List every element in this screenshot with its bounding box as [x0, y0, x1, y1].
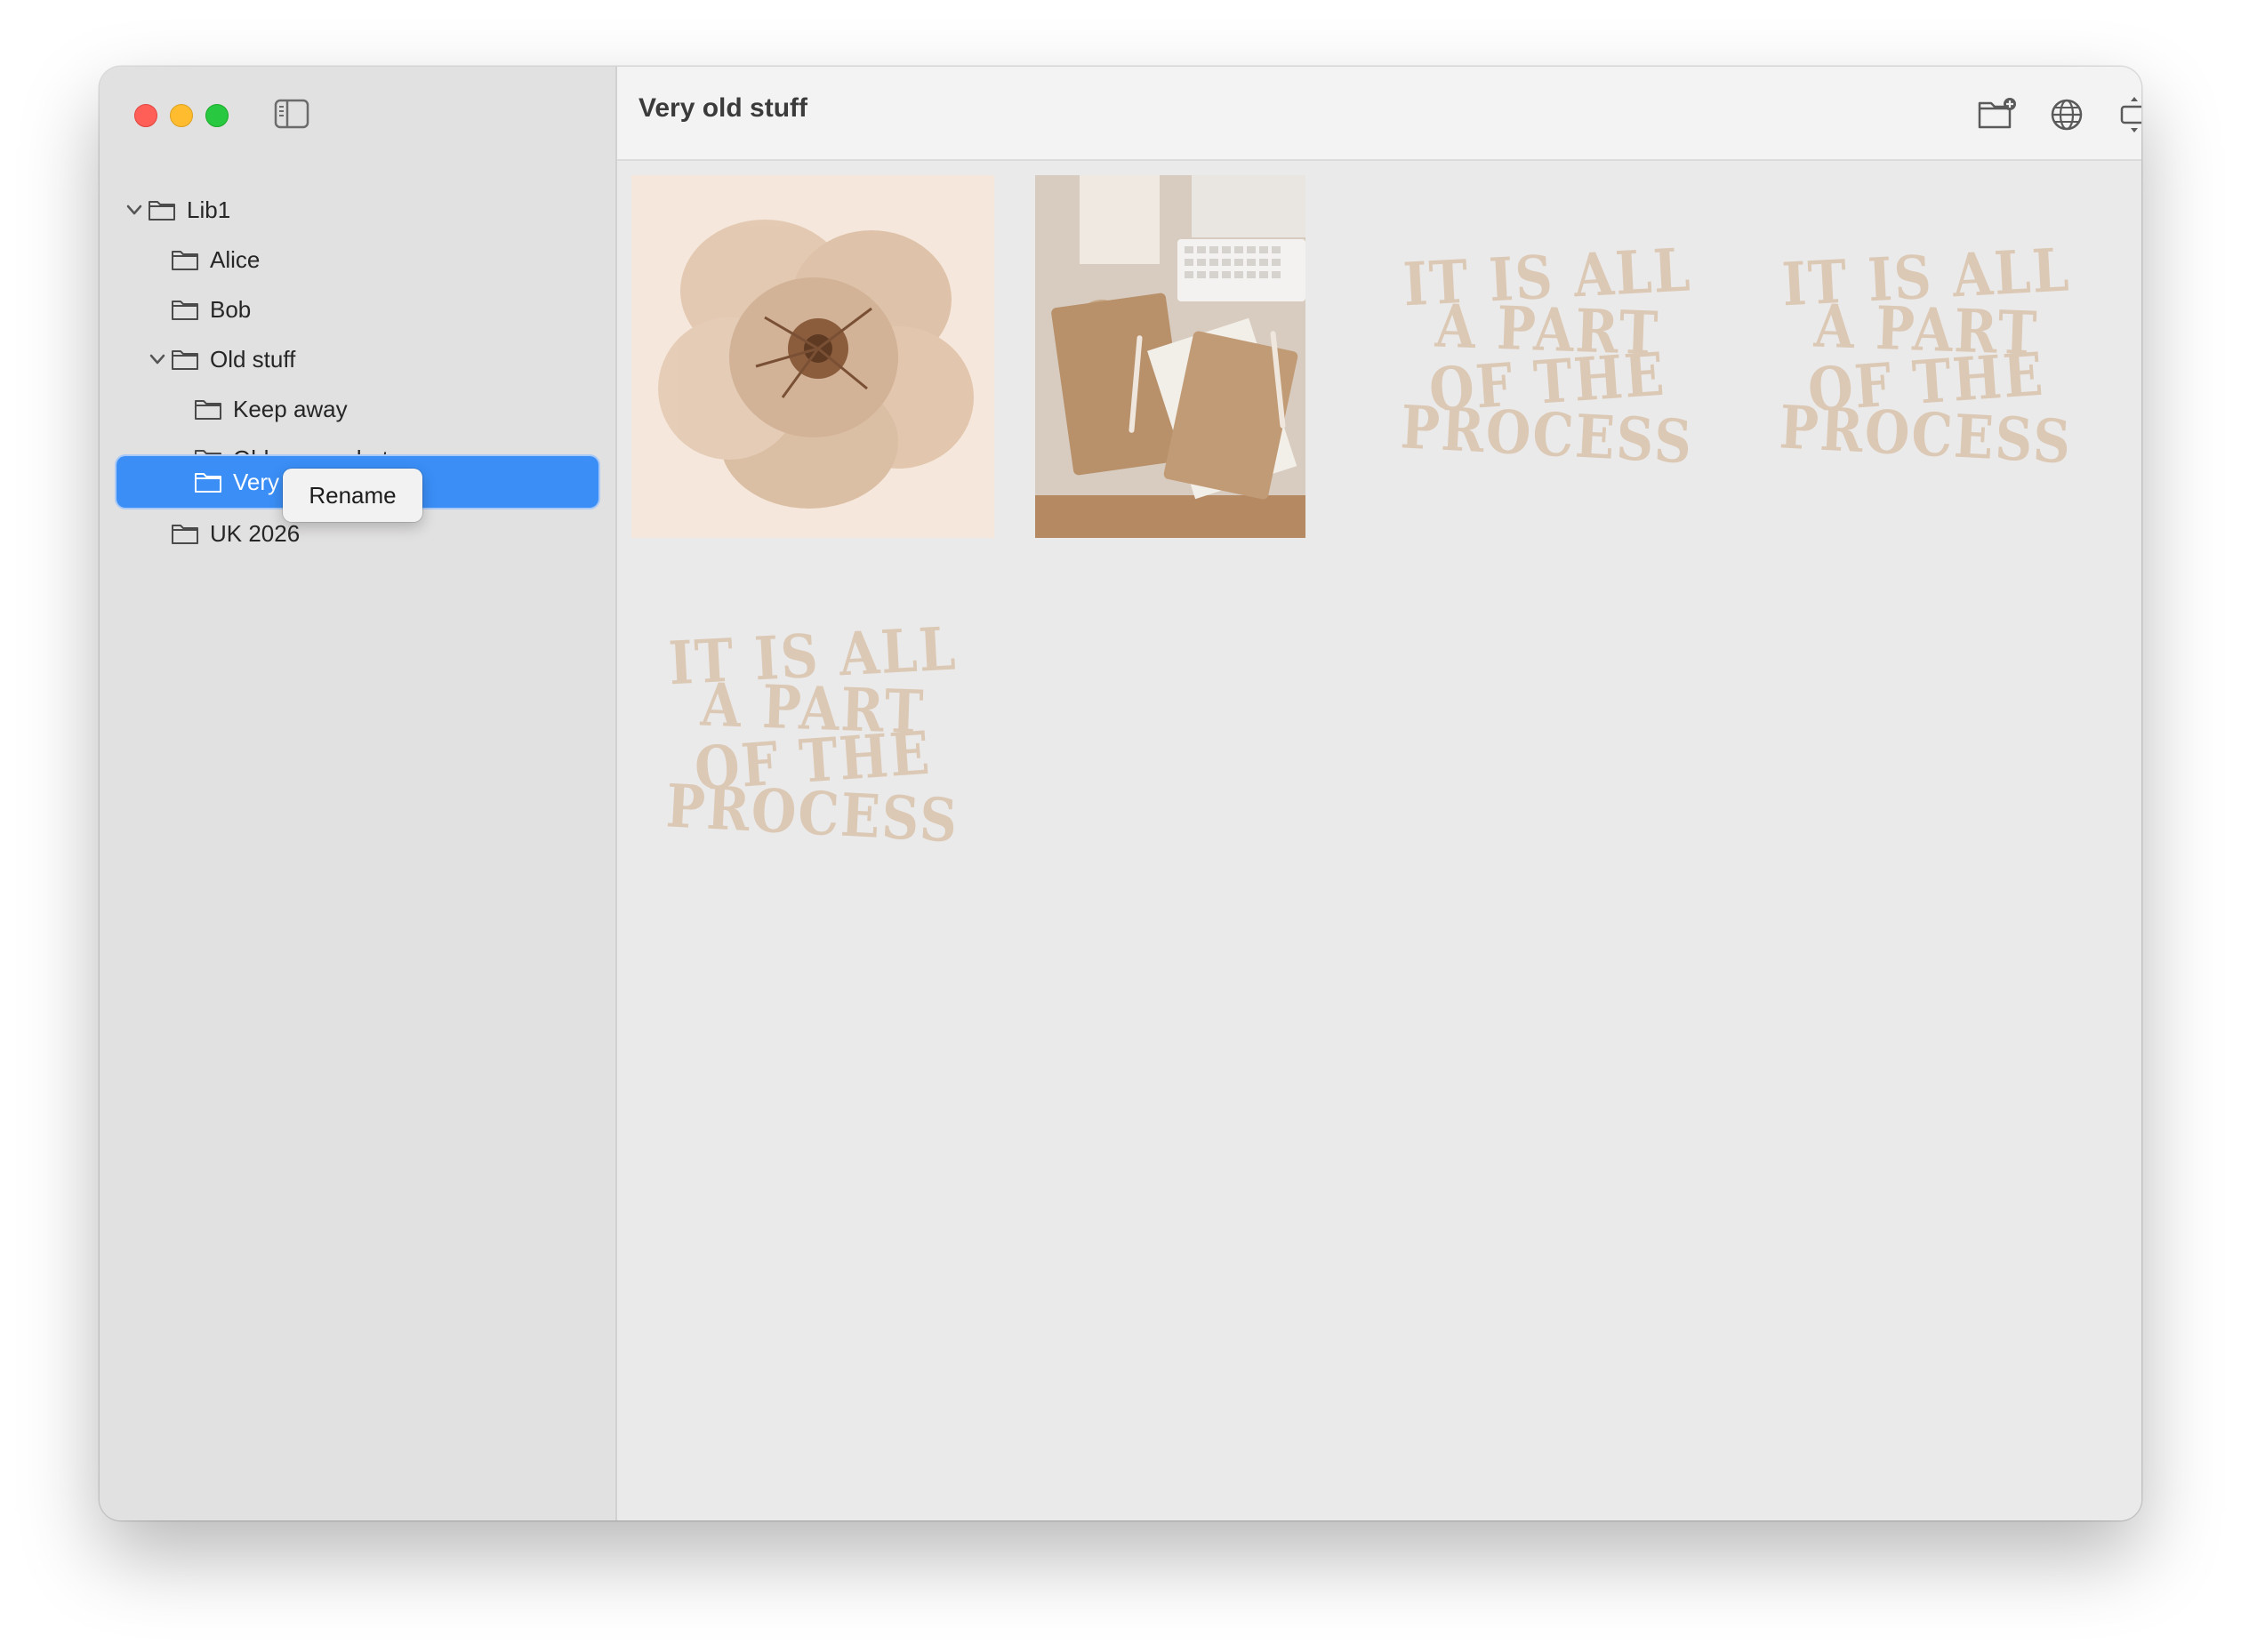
main-content: Very old stuff IT IS ALL A PART OF THE P…: [617, 67, 2141, 1520]
desk-image: [1035, 175, 1305, 538]
sidebar-left-icon: [274, 99, 309, 129]
folder-icon: [172, 301, 198, 320]
app-window: Lib1 Alice Bob Old stuff Keep away Very …: [100, 67, 2141, 1520]
quote-line: PROCESS: [1778, 392, 2075, 477]
quote-art: IT IS ALL A PART OF THE PROCESS: [1745, 175, 2108, 538]
toolbar: Very old stuff: [617, 67, 2141, 161]
zoom-window-button[interactable]: [205, 104, 229, 127]
thumbnail-desk-notebooks[interactable]: [1035, 175, 1305, 538]
chevron-down-icon[interactable]: [148, 349, 167, 369]
flower-image: [631, 175, 994, 538]
sidebar-toggle-button[interactable]: [274, 99, 309, 129]
resize-button[interactable]: [2113, 93, 2141, 136]
page-title: Very old stuff: [639, 93, 808, 123]
quote-art: IT IS ALL A PART OF THE PROCESS: [1366, 175, 1729, 538]
tree-item-label[interactable]: Very: [233, 469, 279, 496]
quote-line: PROCESS: [664, 771, 961, 856]
tree-item-label: Bob: [210, 295, 252, 323]
sidebar: Lib1 Alice Bob Old stuff Keep away Very …: [100, 67, 617, 1520]
folder-icon: [172, 525, 198, 544]
new-folder-icon: [1978, 98, 2016, 129]
tree-item-label: Old stuff: [210, 345, 296, 373]
rename-label: Rename: [309, 481, 397, 509]
tree-item-lib1[interactable]: Lib1: [100, 185, 640, 235]
tree-item-label: Alice: [210, 245, 261, 273]
tree-item-label: Keep away: [233, 395, 348, 422]
tree-item-label: Lib1: [187, 196, 231, 223]
tree-item-label: UK 2026: [210, 519, 301, 547]
minimize-window-button[interactable]: [170, 104, 193, 127]
folder-icon: [172, 251, 198, 270]
quote-art: IT IS ALL A PART OF THE PROCESS: [631, 554, 994, 917]
thumbnail-quote-1[interactable]: IT IS ALL A PART OF THE PROCESS: [1366, 175, 1729, 538]
folder-icon: [172, 350, 198, 370]
thumbnail-quote-3[interactable]: IT IS ALL A PART OF THE PROCESS: [631, 554, 994, 917]
folder-icon: [195, 473, 221, 493]
resize-icon: [2120, 97, 2141, 132]
new-folder-button[interactable]: [1976, 93, 2019, 136]
close-window-button[interactable]: [134, 104, 157, 127]
tree-item-alice[interactable]: Alice: [100, 235, 687, 285]
folder-icon: [149, 201, 175, 221]
quote-line: PROCESS: [1399, 392, 1696, 477]
thumbnail-quote-2[interactable]: IT IS ALL A PART OF THE PROCESS: [1745, 175, 2108, 538]
folder-icon: [195, 400, 221, 420]
rename-menu-item[interactable]: Rename: [283, 469, 422, 522]
tree-item-bob[interactable]: Bob: [100, 285, 687, 334]
globe-icon: [2051, 99, 2083, 131]
web-button[interactable]: [2045, 93, 2088, 136]
thumbnail-flower-watercolor[interactable]: [631, 175, 994, 538]
tree-item-old-stuff[interactable]: Old stuff: [100, 334, 663, 384]
chevron-down-icon[interactable]: [124, 200, 144, 220]
